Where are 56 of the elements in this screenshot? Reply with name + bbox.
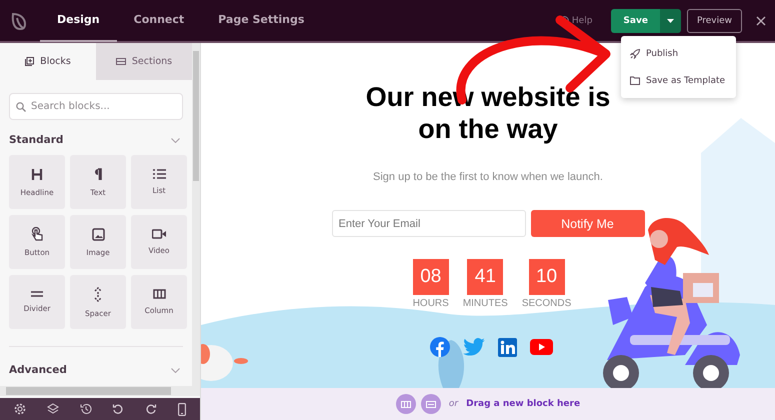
add-section-button[interactable]	[420, 394, 441, 414]
heading-icon	[31, 168, 43, 180]
nav-tab[interactable]: Page Settings	[201, 0, 322, 42]
vertical-scrollbar[interactable]	[192, 43, 200, 386]
vertical-arrows-icon	[93, 286, 103, 302]
countdown-label: MINUTES	[462, 298, 508, 309]
nav-tab[interactable]: Connect	[116, 0, 202, 42]
plant-drawing	[438, 340, 464, 388]
folder-icon	[630, 76, 640, 85]
undo-icon[interactable]	[112, 403, 124, 415]
countdown-value: 41	[467, 259, 504, 295]
history-icon[interactable]	[80, 403, 92, 415]
youtube-icon[interactable]	[530, 339, 552, 355]
drop-zone[interactable]: or Drag a new block here	[201, 387, 775, 420]
email-field[interactable]: Enter Your Email	[332, 210, 526, 237]
image-icon	[92, 228, 104, 240]
add-column-button[interactable]	[396, 394, 416, 414]
rocket-icon	[630, 48, 640, 58]
help-link[interactable]: Help	[560, 16, 592, 26]
linkedin-icon[interactable]	[498, 338, 516, 356]
columns-icon	[152, 289, 166, 299]
menu-item[interactable]: Publish	[621, 40, 736, 67]
dog-drawing	[201, 344, 248, 381]
panel-tab[interactable]: Sections	[96, 43, 192, 80]
countdown-value: 10	[528, 259, 565, 295]
facebook-icon[interactable]	[430, 337, 450, 357]
save-button[interactable]: Save	[611, 8, 660, 32]
section-icon	[116, 58, 126, 65]
caret-icon	[666, 18, 674, 22]
close-icon[interactable]	[756, 16, 766, 26]
add-block-icon	[25, 57, 34, 66]
save-options-button[interactable]	[660, 8, 681, 32]
page-subtitle: Sign up to be the first to know when we launch.	[373, 171, 603, 183]
list-icon	[152, 169, 166, 179]
menu-item[interactable]: Save as Template	[621, 67, 736, 94]
divider-icon	[31, 291, 43, 297]
search-field[interactable]: Search blocks...	[9, 93, 183, 120]
horizontal-scrollbar[interactable]	[0, 386, 200, 396]
layers-icon[interactable]	[46, 403, 59, 415]
section-icon	[426, 400, 436, 408]
section-heading: Standard	[9, 134, 64, 146]
countdown-label: SECONDS	[522, 298, 572, 309]
redo-icon[interactable]	[144, 403, 157, 415]
or-label: or	[448, 399, 458, 409]
drag-block-hint: Drag a new block here	[466, 399, 580, 409]
countdown-label: HOURS	[412, 298, 449, 309]
preview-button[interactable]: Preview	[686, 8, 742, 32]
section-heading: Advanced	[9, 364, 67, 376]
leaf-logo-icon[interactable]	[10, 10, 28, 30]
countdown-value: 08	[412, 259, 449, 295]
paragraph-icon	[93, 168, 103, 180]
settings-icon[interactable]	[14, 403, 26, 415]
pointer-hand-icon	[31, 227, 43, 241]
columns-icon	[400, 400, 411, 408]
video-camera-icon	[152, 229, 166, 239]
mobile-device-icon[interactable]	[178, 402, 186, 416]
